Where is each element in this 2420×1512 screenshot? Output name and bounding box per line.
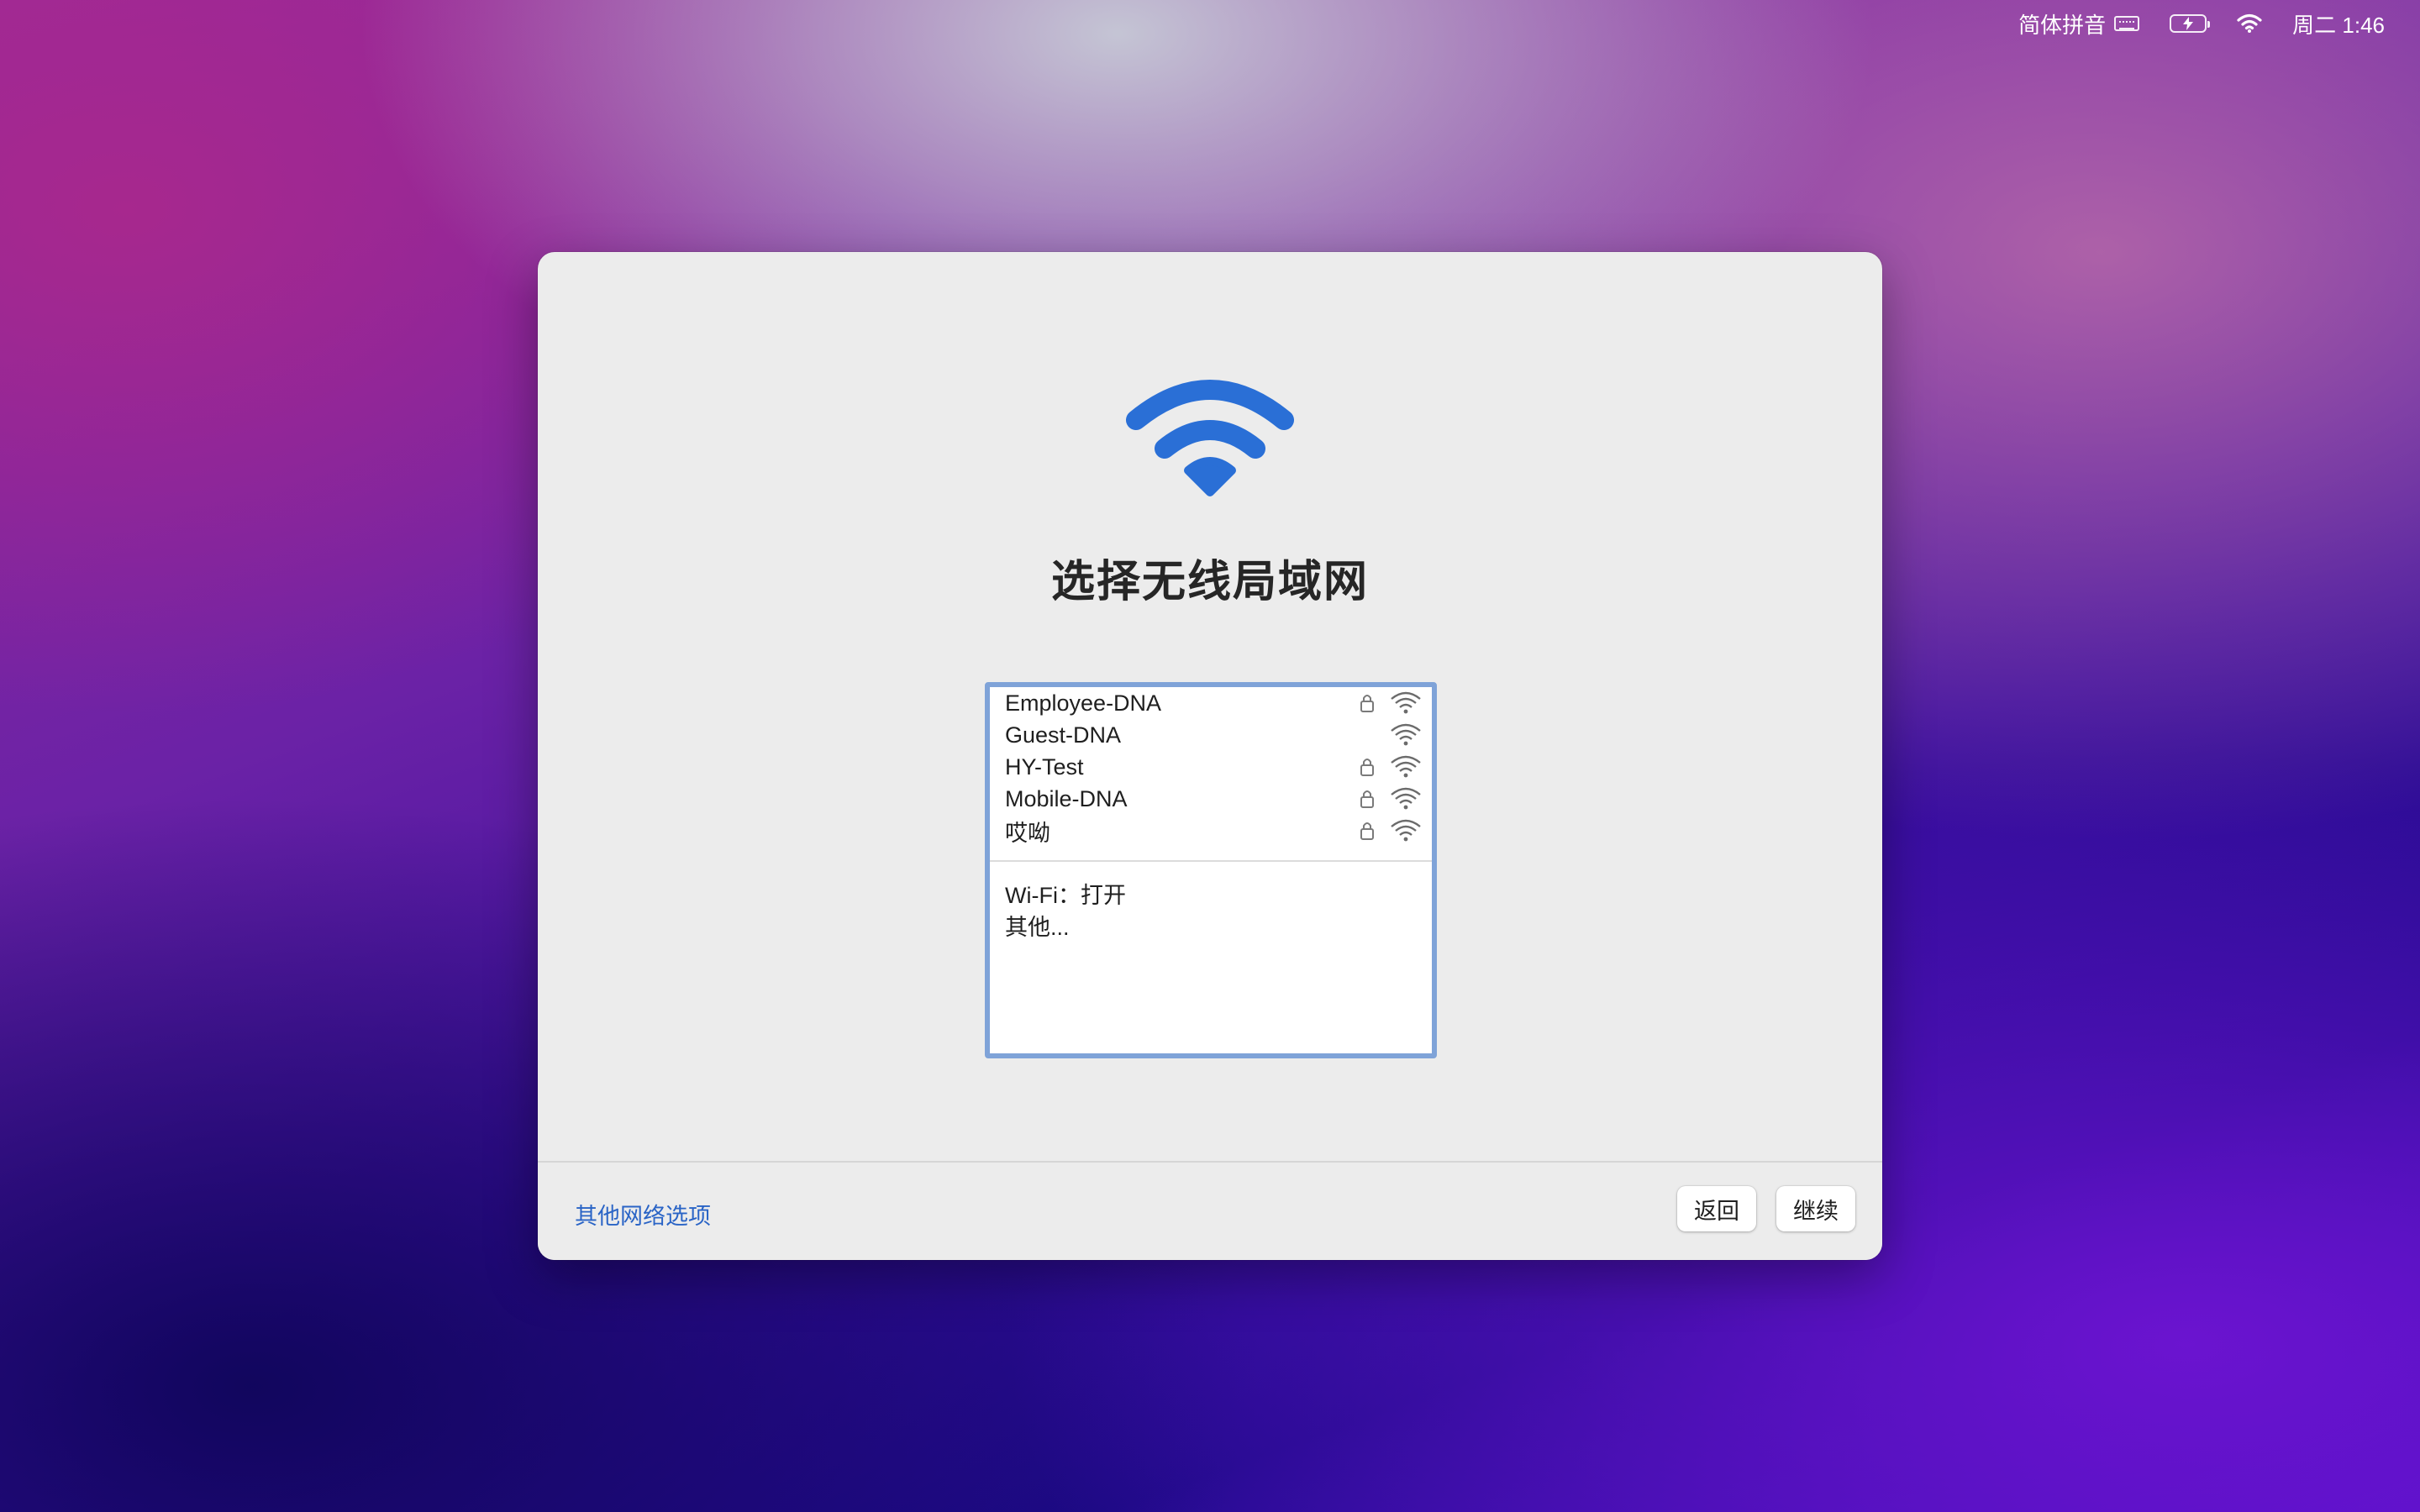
lock-icon xyxy=(1356,818,1378,843)
wifi-toggle-option[interactable]: Wi-Fi：打开 xyxy=(990,877,1432,909)
network-name: Mobile-DNA xyxy=(1005,785,1128,811)
wifi-icon xyxy=(1126,380,1294,496)
network-row-employee-dna[interactable]: Employee-DNA xyxy=(990,687,1432,719)
signal-strength-icon xyxy=(1388,689,1423,717)
clock-text: 周二 1:46 xyxy=(2292,12,2385,38)
network-row-hy-test[interactable]: HY-Test xyxy=(990,751,1432,783)
signal-strength-icon xyxy=(1388,785,1423,813)
page-title: 选择无线局域网 xyxy=(1050,558,1369,606)
other-network-options-link[interactable]: 其他网络选项 xyxy=(575,1198,711,1231)
wifi-menu[interactable] xyxy=(2237,13,2262,34)
wifi-setup-dialog: 选择无线局域网 Employee-DNA Guest-DNA HY-Test M… xyxy=(538,252,1882,1260)
dialog-footer: 其他网络选项 返回 继续 xyxy=(538,1161,1882,1260)
lock-icon xyxy=(1356,690,1378,716)
signal-strength-icon xyxy=(1388,816,1423,845)
clock[interactable]: 周二 1:46 xyxy=(2292,8,2385,39)
network-list[interactable]: Employee-DNA Guest-DNA HY-Test Mobile-DN… xyxy=(985,682,1437,1058)
network-name: Guest-DNA xyxy=(1005,722,1122,748)
wifi-icon xyxy=(2237,13,2262,33)
network-row-mobile-dna[interactable]: Mobile-DNA xyxy=(990,783,1432,815)
battery-menu[interactable] xyxy=(2170,14,2211,33)
other-network-option[interactable]: 其他... xyxy=(990,909,1432,941)
lock-icon xyxy=(1356,786,1378,811)
menu-bar: 简体拼音 周二 1:46 xyxy=(2018,0,2420,47)
network-name: HY-Test xyxy=(1005,753,1084,780)
input-method-menu[interactable]: 简体拼音 xyxy=(2018,8,2140,39)
keyboard-icon xyxy=(2114,16,2140,31)
signal-strength-icon xyxy=(1388,721,1423,749)
back-button[interactable]: 返回 xyxy=(1677,1186,1756,1231)
battery-charging-icon xyxy=(2170,14,2211,33)
network-row-aiyou[interactable]: 哎呦 xyxy=(990,815,1432,847)
network-name: 哎呦 xyxy=(1005,820,1050,846)
continue-button[interactable]: 继续 xyxy=(1776,1186,1855,1231)
input-method-label: 简体拼音 xyxy=(2018,12,2107,38)
signal-strength-icon xyxy=(1388,753,1423,781)
list-divider xyxy=(990,860,1432,862)
other-network-label: 其他... xyxy=(1005,914,1070,940)
wifi-toggle-label: Wi-Fi：打开 xyxy=(1005,882,1126,908)
network-row-guest-dna[interactable]: Guest-DNA xyxy=(990,719,1432,751)
lock-icon xyxy=(1356,754,1378,780)
network-name: Employee-DNA xyxy=(1005,690,1162,716)
